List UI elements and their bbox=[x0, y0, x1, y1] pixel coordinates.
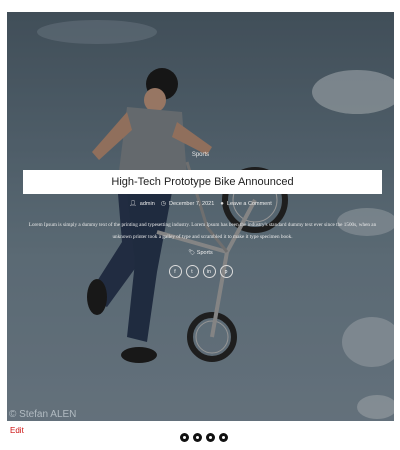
page: Sports High-Tech Prototype Bike Announce… bbox=[0, 0, 400, 450]
slider-dot-3[interactable] bbox=[206, 433, 215, 442]
user-icon: 👤︎ bbox=[129, 201, 137, 207]
post-author[interactable]: 👤︎ admin bbox=[129, 200, 155, 208]
post-title-box: High-Tech Prototype Bike Announced bbox=[23, 170, 382, 194]
comment-icon: ● bbox=[220, 200, 224, 207]
post-date[interactable]: ◷ December 7, 2021 bbox=[160, 200, 215, 208]
post-category[interactable]: Sports bbox=[7, 152, 394, 158]
slider-dot-4[interactable] bbox=[219, 433, 228, 442]
post-author-name[interactable]: admin bbox=[140, 201, 155, 207]
edit-link[interactable]: Edit bbox=[10, 426, 24, 435]
post-title[interactable]: High-Tech Prototype Bike Announced bbox=[111, 176, 293, 188]
post-comments[interactable]: ● Leave a Comment bbox=[220, 201, 272, 207]
slider-pagination bbox=[180, 433, 228, 442]
share-buttons: f t in p bbox=[7, 265, 394, 278]
linkedin-icon[interactable]: in bbox=[202, 265, 216, 278]
tag-icon: 🏷︎ bbox=[188, 250, 197, 256]
pinterest-icon[interactable]: p bbox=[219, 265, 233, 278]
post-meta: 👤︎ admin ◷ December 7, 2021 ● Leave a Co… bbox=[7, 200, 394, 208]
twitter-icon[interactable]: t bbox=[185, 265, 199, 278]
slider-dot-1[interactable] bbox=[180, 433, 189, 442]
hero-slide[interactable]: Sports High-Tech Prototype Bike Announce… bbox=[7, 12, 394, 421]
post-tags: 🏷︎ Sports bbox=[7, 250, 394, 256]
post-excerpt: Lorem Ipsum is simply a dummy text of th… bbox=[28, 222, 377, 240]
post-tag-link[interactable]: Sports bbox=[197, 250, 213, 256]
photo-credit: © Stefan ALEN bbox=[9, 409, 77, 420]
clock-icon: ◷ bbox=[160, 201, 167, 207]
post-comments-text[interactable]: Leave a Comment bbox=[227, 201, 272, 207]
facebook-icon[interactable]: f bbox=[168, 265, 182, 278]
hero-overlay bbox=[7, 12, 394, 421]
post-date-text[interactable]: December 7, 2021 bbox=[169, 201, 214, 207]
slider-dot-2[interactable] bbox=[193, 433, 202, 442]
